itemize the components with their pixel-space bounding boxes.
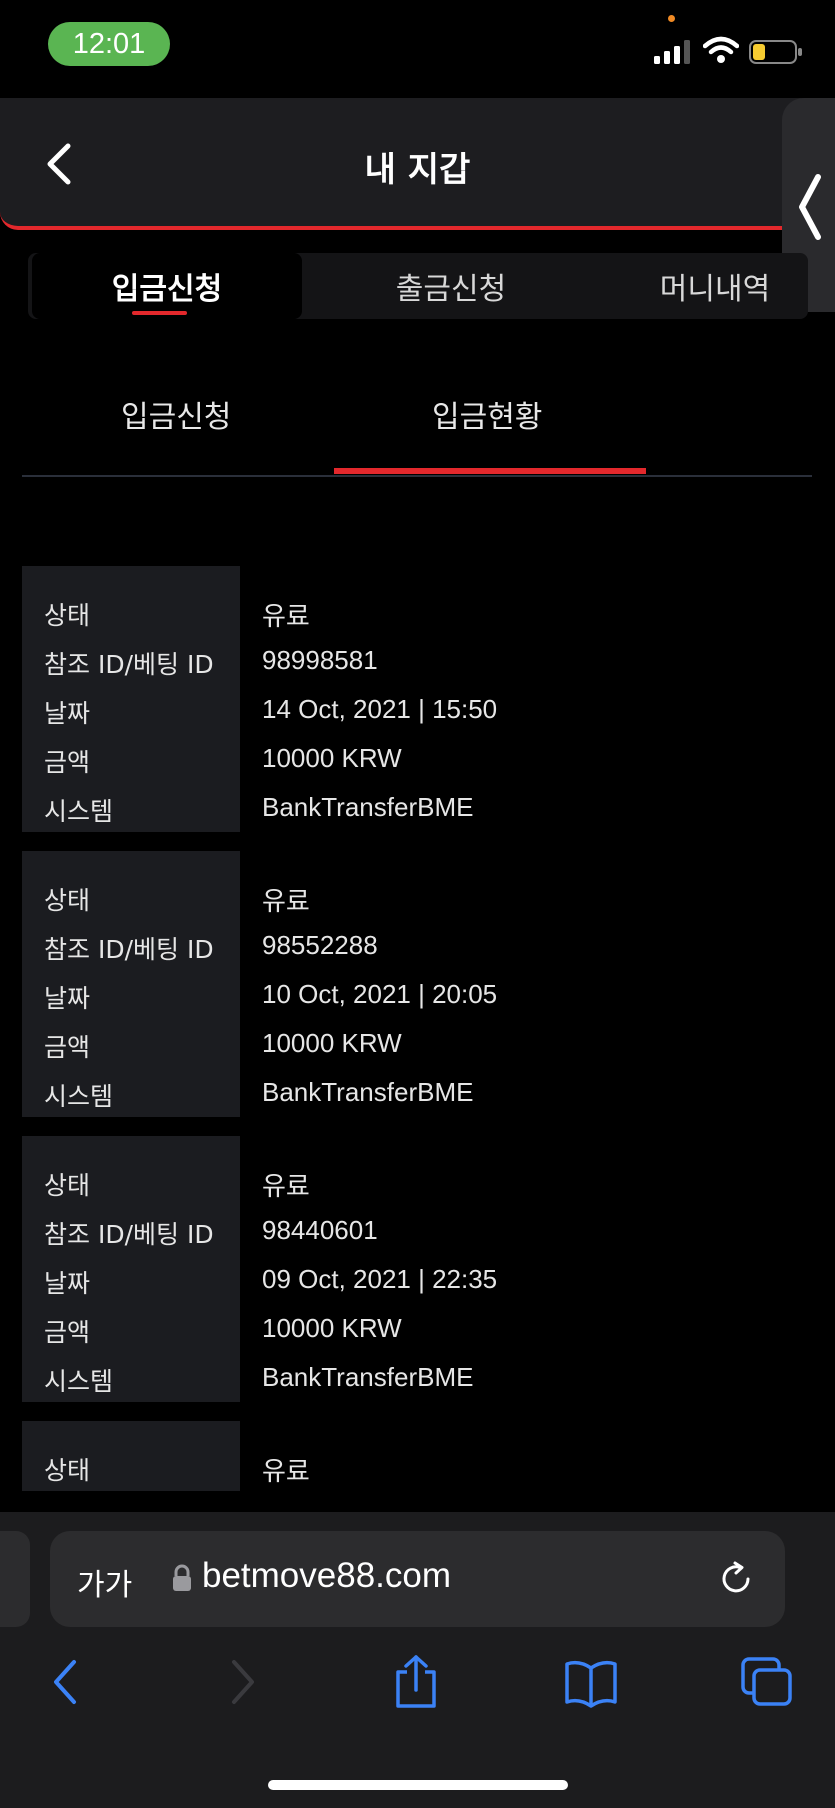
tab-withdraw-request[interactable]: 출금신청: [316, 253, 586, 319]
deposit-sub-tabs: 입금신청 입금현황: [22, 360, 812, 477]
label-status: 상태: [44, 886, 91, 915]
record-row-ref-id: 참조 ID/베팅 ID 98440601: [22, 1207, 812, 1256]
status-time: 12:01: [48, 22, 170, 66]
battery-icon: [749, 40, 802, 64]
label-system: 시스템: [44, 1082, 114, 1111]
label-date: 날짜: [44, 984, 91, 1013]
wallet-main-tabs: 입금신청 출금신청 머니내역: [28, 253, 808, 319]
wifi-icon: [703, 36, 739, 63]
value-status: 유료: [262, 1171, 310, 1201]
record-row-system: 시스템 BankTransferBME: [22, 1069, 812, 1118]
record-row-date: 날짜 09 Oct, 2021 | 22:35: [22, 1256, 812, 1305]
value-ref-id: 98440601: [262, 1215, 378, 1245]
label-amount: 금액: [44, 1318, 91, 1347]
value-status: 유료: [262, 601, 310, 631]
subtab-deposit-status[interactable]: 입금현황: [432, 392, 542, 436]
label-ref-id: 참조 ID/베팅 ID: [44, 935, 214, 964]
label-status: 상태: [44, 1171, 91, 1200]
value-system: BankTransferBME: [262, 1077, 474, 1107]
record-row-ref-id: 참조 ID/베팅 ID 98552288: [22, 922, 812, 971]
label-ref-id: 참조 ID/베팅 ID: [44, 650, 214, 679]
lock-icon: [173, 1564, 191, 1591]
bookmarks-icon[interactable]: [563, 1654, 619, 1710]
value-status: 유료: [262, 886, 310, 916]
deposit-record: 상태 유료 참조 ID/베팅 ID 98998581 날짜 14 Oct, 2021 …: [22, 566, 812, 832]
page-title: 내 지갑: [364, 150, 471, 190]
active-subtab-underline: [334, 468, 646, 474]
label-status: 상태: [44, 1456, 91, 1485]
browser-back-icon[interactable]: [48, 1654, 80, 1710]
url-text[interactable]: betmove88.com: [202, 1556, 451, 1596]
record-row-amount: 금액 10000 KRW: [22, 1305, 812, 1354]
record-row-date: 날짜 14 Oct, 2021 | 15:50: [22, 686, 812, 735]
tab-money-history[interactable]: 머니내역: [580, 253, 835, 319]
value-date: 14 Oct, 2021 | 15:50: [262, 694, 498, 724]
value-date: 10 Oct, 2021 | 20:05: [262, 979, 498, 1009]
subtab-deposit-request[interactable]: 입금신청: [121, 392, 231, 436]
label-ref-id: 참조 ID/베팅 ID: [44, 1220, 214, 1249]
deposit-record: 상태 유료: [22, 1421, 812, 1491]
privacy-indicator-dot: [668, 15, 675, 22]
side-panel-chevron-icon[interactable]: [796, 173, 824, 241]
value-ref-id: 98998581: [262, 645, 378, 675]
label-amount: 금액: [44, 1033, 91, 1062]
record-row-status: 상태 유료: [22, 873, 812, 922]
label-date: 날짜: [44, 699, 91, 728]
active-tab-underline: [132, 311, 187, 315]
record-row-amount: 금액 10000 KRW: [22, 735, 812, 784]
label-system: 시스템: [44, 1367, 114, 1396]
tabs-icon[interactable]: [740, 1654, 794, 1710]
value-amount: 10000 KRW: [262, 743, 402, 773]
previous-tab-card[interactable]: [0, 1531, 30, 1627]
record-row-status: 상태 유료: [22, 588, 812, 637]
record-row-system: 시스템 BankTransferBME: [22, 784, 812, 833]
value-amount: 10000 KRW: [262, 1028, 402, 1058]
value-system: BankTransferBME: [262, 1362, 474, 1392]
tab-deposit-request[interactable]: 입금신청: [32, 253, 302, 319]
label-amount: 금액: [44, 748, 91, 777]
record-row-ref-id: 참조 ID/베팅 ID 98998581: [22, 637, 812, 686]
record-row-date: 날짜 10 Oct, 2021 | 20:05: [22, 971, 812, 1020]
record-row-status: 상태 유료: [22, 1443, 812, 1492]
label-system: 시스템: [44, 797, 114, 826]
home-indicator: [268, 1780, 568, 1790]
value-status: 유료: [262, 1456, 310, 1486]
text-size-button[interactable]: 가가: [77, 1560, 132, 1604]
record-row-status: 상태 유료: [22, 1158, 812, 1207]
browser-forward-icon[interactable]: [228, 1654, 260, 1710]
record-row-amount: 금액 10000 KRW: [22, 1020, 812, 1069]
cellular-signal-icon: [654, 40, 690, 64]
value-ref-id: 98552288: [262, 930, 378, 960]
label-date: 날짜: [44, 1269, 91, 1298]
deposit-record: 상태 유료 참조 ID/베팅 ID 98552288 날짜 10 Oct, 2021 …: [22, 851, 812, 1117]
value-date: 09 Oct, 2021 | 22:35: [262, 1264, 498, 1294]
reload-icon[interactable]: [718, 1560, 756, 1598]
value-system: BankTransferBME: [262, 792, 474, 822]
share-icon[interactable]: [393, 1654, 439, 1710]
label-status: 상태: [44, 601, 91, 630]
value-amount: 10000 KRW: [262, 1313, 402, 1343]
record-row-system: 시스템 BankTransferBME: [22, 1354, 812, 1403]
deposit-record: 상태 유료 참조 ID/베팅 ID 98440601 날짜 09 Oct, 2021 …: [22, 1136, 812, 1402]
